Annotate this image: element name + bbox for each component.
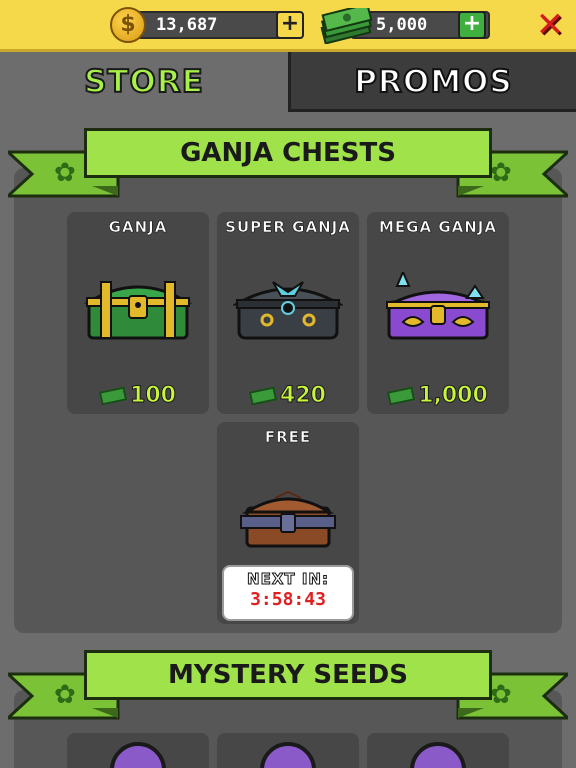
coin-balance-value: 13,687 bbox=[156, 15, 218, 35]
store-screen: 13,687 $ + 5,000 + ✕ STORE PROMOS ✿ ✿ GA… bbox=[0, 0, 576, 768]
chest-name: MEGA GANJA bbox=[379, 218, 497, 237]
coin-balance: 13,687 bbox=[128, 11, 290, 39]
chest-name: GANJA bbox=[108, 218, 168, 237]
close-icon: ✕ bbox=[535, 5, 565, 45]
next-in-label: NEXT IN: bbox=[247, 570, 329, 589]
wooden-chest-icon bbox=[240, 490, 336, 548]
cash-icon bbox=[320, 8, 373, 44]
leaf-icon: ✿ bbox=[54, 158, 76, 188]
chest-name: FREE bbox=[264, 428, 312, 447]
dark-chest-icon bbox=[233, 281, 343, 340]
free-chest-timer: NEXT IN: 3:58:43 bbox=[222, 565, 354, 621]
leaf-icon: ✿ bbox=[490, 158, 512, 188]
chest-price-value: 1,000 bbox=[418, 383, 489, 409]
chest-card-mega-ganja[interactable]: MEGA GANJA 1,000 bbox=[367, 212, 509, 414]
add-coins-button[interactable]: + bbox=[276, 11, 304, 39]
leaf-icon: ✿ bbox=[490, 680, 512, 710]
top-bar: 13,687 $ + 5,000 + ✕ bbox=[0, 0, 576, 52]
chest-price-value: 420 bbox=[280, 383, 327, 409]
green-chest-icon bbox=[83, 281, 193, 340]
purple-chest-icon bbox=[386, 272, 490, 340]
cash-icon bbox=[387, 386, 416, 406]
chest-card-ganja[interactable]: GANJA 100 bbox=[67, 212, 209, 414]
chest-price: 100 bbox=[67, 383, 209, 409]
add-coins-label: + bbox=[280, 11, 300, 36]
cash-balance-value: 5,000 bbox=[376, 15, 428, 35]
chest-price: 420 bbox=[217, 383, 359, 409]
tab-promos[interactable]: PROMOS bbox=[288, 52, 576, 112]
coin-symbol: $ bbox=[120, 12, 136, 37]
tab-store[interactable]: STORE bbox=[0, 52, 288, 112]
chest-price: 1,000 bbox=[367, 383, 509, 409]
timer-value: 3:58:43 bbox=[250, 589, 326, 610]
add-cash-label: + bbox=[462, 11, 482, 36]
cash-icon bbox=[248, 386, 278, 406]
chest-price-value: 100 bbox=[130, 383, 177, 409]
ganja-chests-title: GANJA CHESTS bbox=[84, 128, 492, 178]
add-cash-button[interactable]: + bbox=[458, 11, 486, 39]
chest-card-super-ganja[interactable]: SUPER GANJA 420 bbox=[217, 212, 359, 414]
coin-icon: $ bbox=[110, 7, 146, 43]
leaf-icon: ✿ bbox=[54, 680, 76, 710]
close-button[interactable]: ✕ bbox=[534, 8, 566, 42]
cash-icon bbox=[98, 386, 128, 406]
mystery-seeds-title: MYSTERY SEEDS bbox=[84, 650, 492, 700]
chest-name: SUPER GANJA bbox=[225, 218, 351, 237]
